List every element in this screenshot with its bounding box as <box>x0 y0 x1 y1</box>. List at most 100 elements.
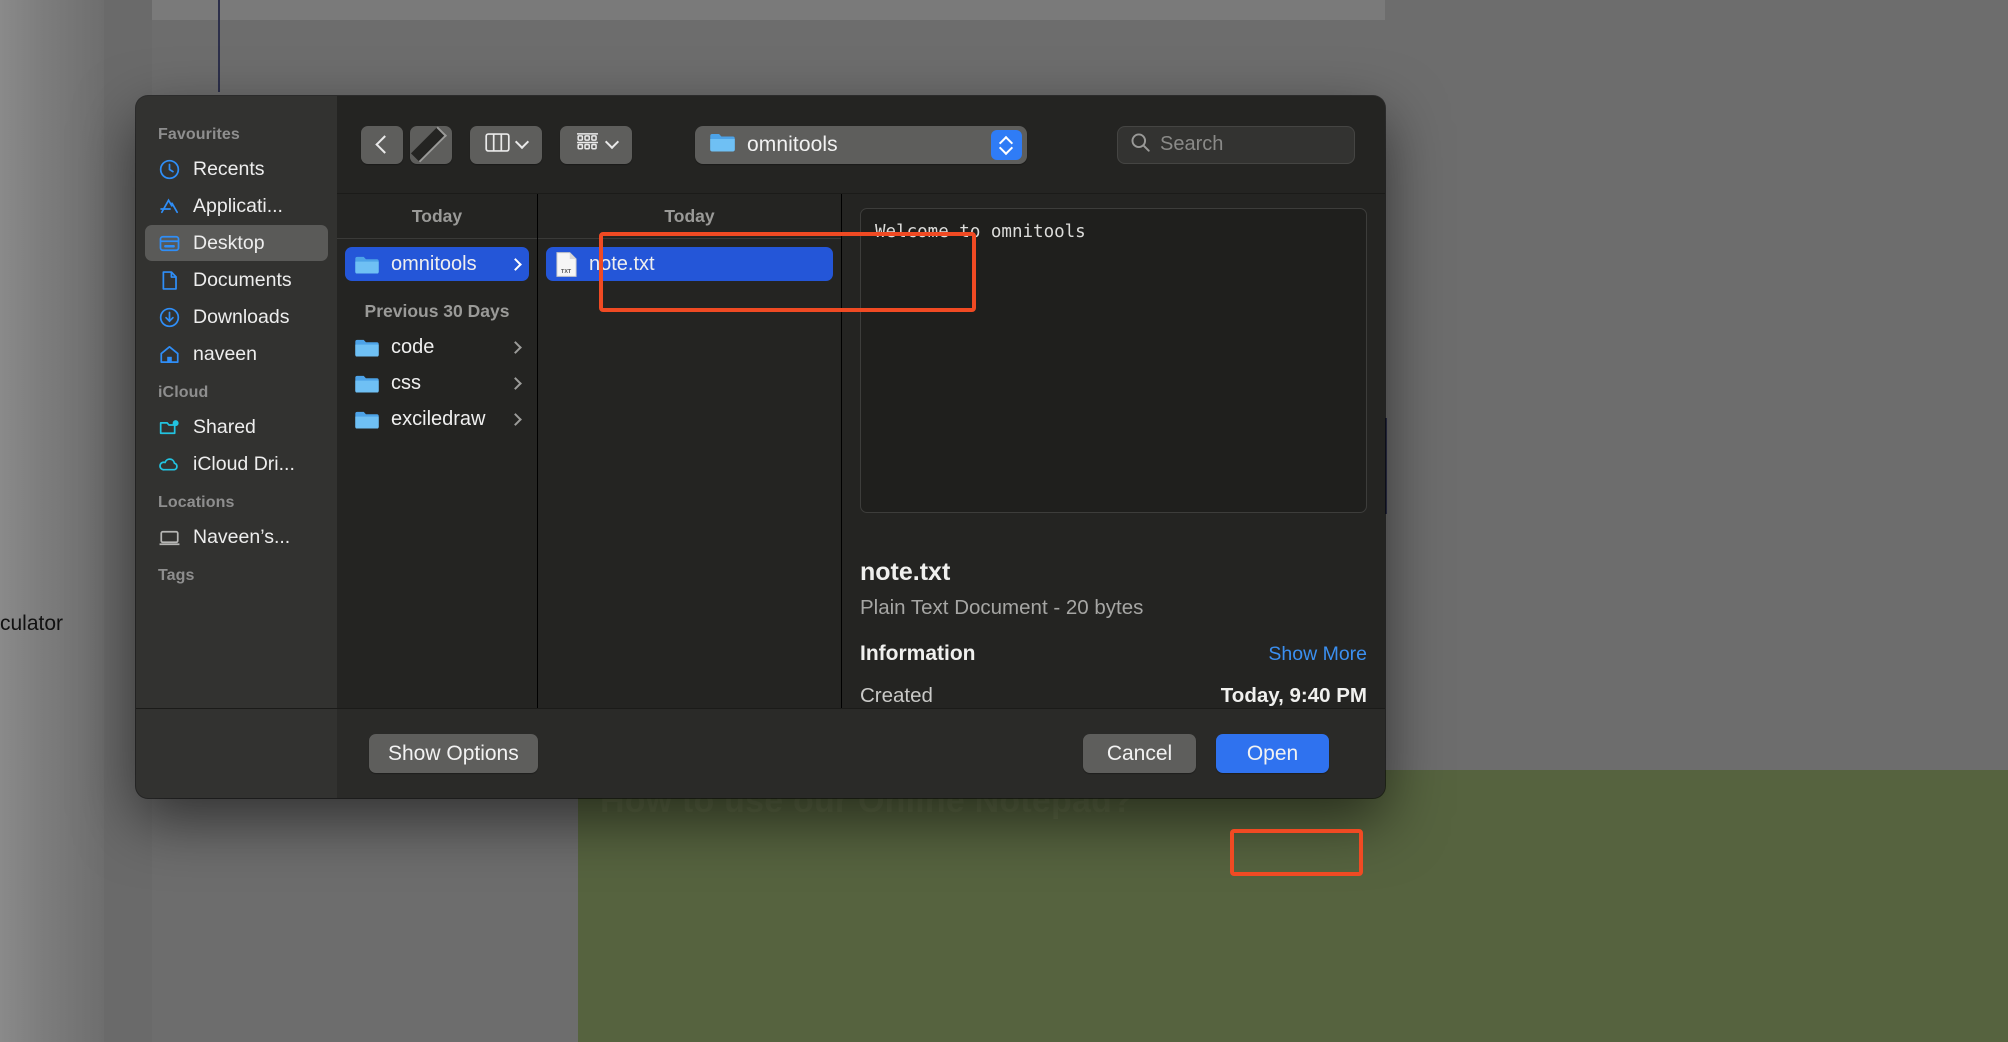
folder-icon <box>354 337 380 358</box>
document-icon <box>158 269 181 292</box>
column-1: Today omnitools Previous 30 Days code cs… <box>337 194 538 708</box>
sidebar-item-applications[interactable]: Applicati... <box>145 188 328 224</box>
sidebar-item-label: Recents <box>193 157 265 180</box>
preview-information-row: Information Show More <box>860 642 1367 666</box>
sidebar-item-label: Applicati... <box>193 194 283 217</box>
preview-created-value: Today, 9:40 PM <box>1220 684 1367 707</box>
sidebar-item-naveens-mac[interactable]: Naveen’s... <box>145 519 328 555</box>
column-1-list: omnitools Previous 30 Days code css exci… <box>337 239 537 708</box>
bottom-right-buttons: Cancel Open <box>1083 734 1329 773</box>
list-item-label: code <box>391 335 435 358</box>
sidebar-section-favourites-title: Favourites <box>158 126 240 143</box>
disclosure-chevron-icon <box>509 412 522 426</box>
chevron-down-icon <box>514 134 530 150</box>
sidebar-item-label: Downloads <box>193 305 290 328</box>
toolbar: omnitools Search <box>337 96 1385 193</box>
dialog-right-pane: omnitools Search Today omnitools Previou… <box>337 96 1385 708</box>
sidebar-item-naveen[interactable]: naveen <box>145 336 328 372</box>
column-2-header: Today <box>538 194 841 239</box>
preview-file-kind: Plain Text Document - 20 bytes <box>860 596 1144 619</box>
sidebar-item-desktop[interactable]: Desktop <box>145 225 328 261</box>
view-mode-button[interactable] <box>470 125 542 164</box>
sidebar-item-label: naveen <box>193 342 257 365</box>
svg-text:TXT: TXT <box>561 269 572 275</box>
column-2: Today TXT note.txt <box>538 194 842 708</box>
background-vertical-rule <box>218 0 220 92</box>
column-browser: Today omnitools Previous 30 Days code cs… <box>337 193 1385 708</box>
list-item-label: note.txt <box>589 252 655 275</box>
disclosure-chevron-icon <box>509 376 522 390</box>
folder-icon <box>354 373 380 394</box>
sidebar-section-tags-title: Tags <box>158 567 195 584</box>
folder-icon <box>354 409 380 430</box>
desktop-icon <box>158 232 181 255</box>
file-open-dialog: Favourites Recents Applicati... Desktop … <box>136 96 1385 798</box>
column-2-list: TXT note.txt <box>538 239 841 708</box>
background-right-strip <box>1385 0 2008 418</box>
column-1-group-title: Previous 30 Days <box>364 301 510 321</box>
list-item-omnitools[interactable]: omnitools <box>345 247 529 281</box>
folder-icon <box>354 254 380 275</box>
laptop-icon <box>158 526 181 549</box>
search-placeholder: Search <box>1160 133 1224 155</box>
sidebar-item-documents[interactable]: Documents <box>145 262 328 298</box>
list-item-code[interactable]: code <box>345 330 529 364</box>
sidebar-section-locations-title: Locations <box>158 494 235 511</box>
cancel-button[interactable]: Cancel <box>1083 734 1196 773</box>
preview-content: Welcome to omnitools note.txt Plain Text… <box>842 194 1385 708</box>
bottom-sidebar-spacer <box>136 709 337 798</box>
folder-icon <box>709 131 736 158</box>
preview-created-key: Created <box>860 684 933 707</box>
preview-text-content: Welcome to omnitools <box>860 208 1367 513</box>
preview-information-title: Information <box>860 642 976 665</box>
applications-icon <box>158 195 181 218</box>
forward-button[interactable] <box>410 125 452 164</box>
path-popup-button[interactable]: omnitools <box>695 125 1027 164</box>
dialog-bottom-bar: Show Options Cancel Open <box>136 708 1385 798</box>
chevron-down-icon <box>604 134 620 150</box>
bottom-actions: Show Options Cancel Open <box>337 734 1359 773</box>
show-more-link[interactable]: Show More <box>1268 643 1367 666</box>
sidebar-item-label: Shared <box>193 415 256 438</box>
back-button[interactable] <box>361 125 403 164</box>
preview-created-row: Created Today, 9:40 PM <box>860 684 1367 708</box>
background-vertical-rule-secondary <box>1385 418 1387 514</box>
clock-icon <box>158 158 181 181</box>
sidebar-item-icloud-drive[interactable]: iCloud Dri... <box>145 446 328 482</box>
sidebar-item-label: iCloud Dri... <box>193 452 295 475</box>
search-icon <box>1130 132 1151 158</box>
group-by-button[interactable] <box>560 125 632 164</box>
column-1-header: Today <box>337 194 537 239</box>
txt-file-icon: TXT <box>555 251 578 278</box>
list-item-exciledraw[interactable]: exciledraw <box>345 402 529 436</box>
chevron-left-icon <box>374 135 394 154</box>
list-item-label: exciledraw <box>391 407 486 430</box>
downloads-icon <box>158 306 181 329</box>
disclosure-chevron-icon <box>509 340 522 354</box>
chevron-right-icon <box>410 126 448 163</box>
sidebar: Favourites Recents Applicati... Desktop … <box>136 96 337 708</box>
toolbar-left-group <box>361 125 632 164</box>
list-item-css[interactable]: css <box>345 366 529 400</box>
group-by-icon <box>575 132 600 157</box>
sidebar-item-downloads[interactable]: Downloads <box>145 299 328 335</box>
preview-file-name: note.txt <box>860 558 951 586</box>
dialog-body: Favourites Recents Applicati... Desktop … <box>136 96 1385 708</box>
stepper-updown-icon[interactable] <box>991 129 1022 160</box>
search-field[interactable]: Search <box>1117 125 1355 164</box>
disclosure-chevron-icon <box>509 257 522 271</box>
path-popup-label: omnitools <box>747 132 838 156</box>
sidebar-item-recents[interactable]: Recents <box>145 151 328 187</box>
sidebar-item-shared[interactable]: Shared <box>145 409 328 445</box>
background-left-band <box>0 0 104 1042</box>
open-button[interactable]: Open <box>1216 734 1329 773</box>
cloud-icon <box>158 453 181 476</box>
show-options-button[interactable]: Show Options <box>369 734 538 773</box>
shared-folder-icon <box>158 416 181 439</box>
sidebar-item-label: Desktop <box>193 231 265 254</box>
list-item-label: css <box>391 371 421 394</box>
preview-pane: Welcome to omnitools note.txt Plain Text… <box>842 194 1385 708</box>
home-icon <box>158 343 181 366</box>
list-item-note-txt[interactable]: TXT note.txt <box>546 247 833 281</box>
sidebar-item-label: Documents <box>193 268 292 291</box>
